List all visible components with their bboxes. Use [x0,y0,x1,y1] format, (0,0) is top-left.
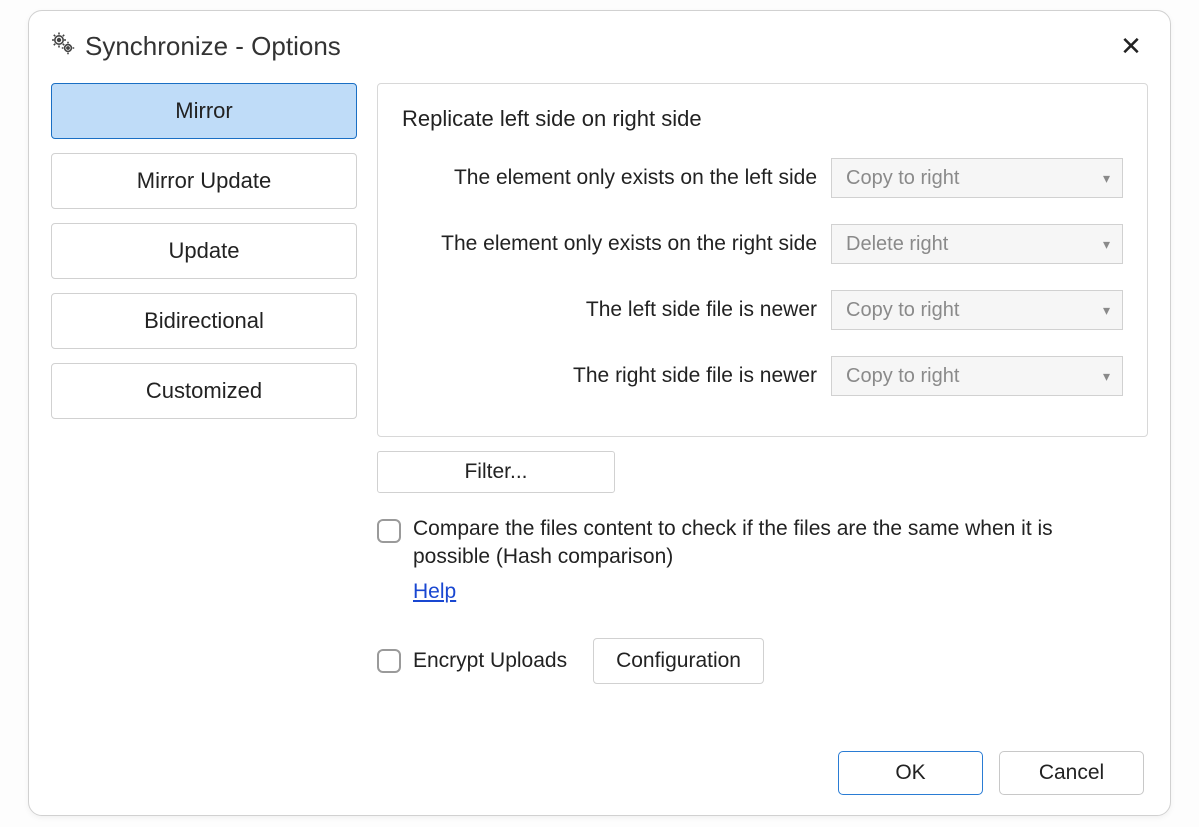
sidebar-item-label: Customized [146,378,262,404]
help-link[interactable]: Help [413,580,456,604]
sidebar-item-mirror-update[interactable]: Mirror Update [51,153,357,209]
cancel-button[interactable]: Cancel [999,751,1144,795]
sidebar-item-mirror[interactable]: Mirror [51,83,357,139]
window-title: Synchronize - Options [85,31,341,62]
rule-label: The right side file is newer [573,364,817,388]
sidebar-item-customized[interactable]: Customized [51,363,357,419]
compare-content-checkbox[interactable] [377,519,401,543]
encrypt-uploads-label: Encrypt Uploads [413,647,567,675]
titlebar-left: Synchronize - Options [51,31,341,62]
rule-action-select-right-newer[interactable]: Copy to right ▾ [831,356,1123,396]
sidebar-item-bidirectional[interactable]: Bidirectional [51,293,357,349]
ok-button[interactable]: OK [838,751,983,795]
compare-content-row: Compare the files content to check if th… [377,515,1148,572]
cancel-button-label: Cancel [1039,761,1104,785]
rule-action-select-left-newer[interactable]: Copy to right ▾ [831,290,1123,330]
filter-button-label: Filter... [464,460,527,484]
select-value: Copy to right [846,167,959,190]
compare-content-label: Compare the files content to check if th… [413,515,1113,572]
rule-row-right-only: The element only exists on the right sid… [402,224,1123,264]
panel-heading: Replicate left side on right side [402,106,1123,132]
select-value: Copy to right [846,299,959,322]
sidebar-item-label: Bidirectional [144,308,264,334]
ok-button-label: OK [895,761,925,785]
filter-button[interactable]: Filter... [377,451,615,493]
sidebar-item-label: Mirror Update [137,168,271,194]
select-value: Copy to right [846,365,959,388]
titlebar: Synchronize - Options ✕ [51,29,1148,63]
chevron-down-icon: ▾ [1103,302,1110,319]
rule-row-left-newer: The left side file is newer Copy to righ… [402,290,1123,330]
rule-label: The element only exists on the right sid… [441,232,817,256]
rule-row-right-newer: The right side file is newer Copy to rig… [402,356,1123,396]
rule-action-select-left-only[interactable]: Copy to right ▾ [831,158,1123,198]
chevron-down-icon: ▾ [1103,236,1110,253]
rule-row-left-only: The element only exists on the left side… [402,158,1123,198]
dialog-body: Mirror Mirror Update Update Bidirectiona… [51,83,1148,684]
sidebar-item-label: Update [169,238,240,264]
rule-action-select-right-only[interactable]: Delete right ▾ [831,224,1123,264]
rules-panel: Replicate left side on right side The el… [377,83,1148,437]
dialog-footer: OK Cancel [838,751,1144,795]
sidebar-item-update[interactable]: Update [51,223,357,279]
close-button[interactable]: ✕ [1114,29,1148,63]
below-panel-area: Filter... Compare the files content to c… [377,451,1148,684]
configuration-button-label: Configuration [616,649,741,673]
encrypt-row: Encrypt Uploads Configuration [377,638,1148,684]
synchronize-options-dialog: Synchronize - Options ✕ Mirror Mirror Up… [28,10,1171,816]
chevron-down-icon: ▾ [1103,170,1110,187]
select-value: Delete right [846,233,948,256]
close-icon: ✕ [1120,33,1142,59]
chevron-down-icon: ▾ [1103,368,1110,385]
encrypt-uploads-checkbox[interactable] [377,649,401,673]
rule-label: The element only exists on the left side [454,166,817,190]
configuration-button[interactable]: Configuration [593,638,764,684]
rule-label: The left side file is newer [586,298,817,322]
sidebar: Mirror Mirror Update Update Bidirectiona… [51,83,357,684]
main-pane: Replicate left side on right side The el… [377,83,1148,684]
sidebar-item-label: Mirror [175,98,232,124]
gears-icon [51,31,75,61]
